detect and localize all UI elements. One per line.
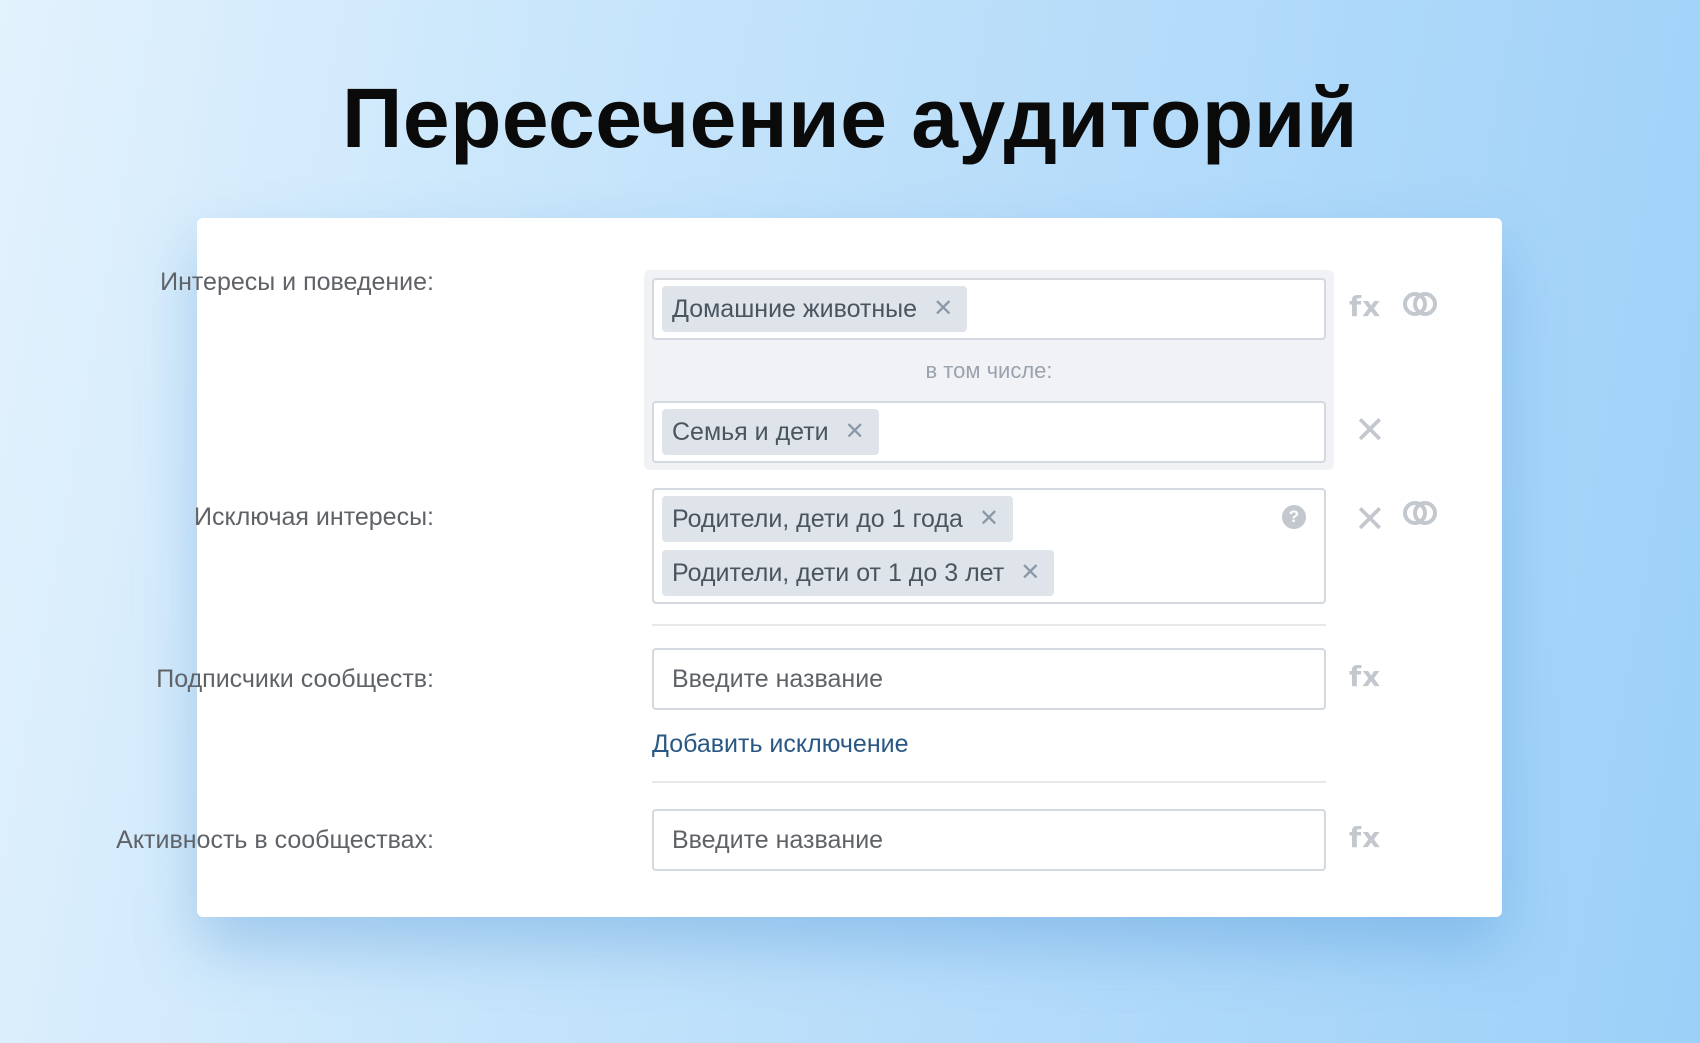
remove-excluding-icon[interactable]: ✕ bbox=[1354, 501, 1386, 539]
close-icon[interactable]: ✕ bbox=[979, 496, 999, 542]
add-exclusion-link[interactable]: Добавить исключение bbox=[652, 730, 909, 759]
interest-chip-label: Домашние животные bbox=[672, 295, 918, 323]
including-chip: Семья и дети ✕ bbox=[662, 409, 879, 455]
targeting-card: Интересы и поведение: Домашние животные … bbox=[116, 218, 1502, 917]
activity-input[interactable] bbox=[654, 811, 1324, 869]
activity-field[interactable] bbox=[652, 809, 1326, 871]
excluding-label: Исключая интересы: bbox=[194, 503, 434, 531]
intersection-icon[interactable] bbox=[1402, 290, 1438, 323]
including-label: в том числе: bbox=[925, 358, 1053, 383]
intersection-icon[interactable] bbox=[1402, 499, 1438, 532]
remove-including-icon[interactable]: ✕ bbox=[1354, 412, 1386, 450]
subscribers-input[interactable] bbox=[654, 650, 1324, 708]
divider bbox=[652, 781, 1326, 783]
excluding-field[interactable]: Родители, дети до 1 года ✕ Родители, дет… bbox=[652, 488, 1326, 604]
fx-icon[interactable]: fx bbox=[1349, 290, 1381, 323]
intersection-icon-svg bbox=[1403, 501, 1437, 525]
intersection-icon-svg bbox=[1403, 292, 1437, 316]
close-icon[interactable]: ✕ bbox=[1020, 550, 1040, 596]
subscribers-field[interactable] bbox=[652, 648, 1326, 710]
divider bbox=[652, 624, 1326, 626]
excluding-chip-label: Родители, дети от 1 до 3 лет bbox=[672, 559, 1005, 587]
fx-icon[interactable]: fx bbox=[1349, 660, 1381, 693]
interests-field[interactable]: Домашние животные ✕ bbox=[652, 278, 1326, 340]
help-icon[interactable]: ? bbox=[1282, 505, 1306, 529]
interests-label: Интересы и поведение: bbox=[160, 268, 434, 296]
close-icon[interactable]: ✕ bbox=[845, 409, 865, 455]
excluding-chip: Родители, дети от 1 до 3 лет ✕ bbox=[662, 550, 1055, 596]
close-icon[interactable]: ✕ bbox=[933, 286, 953, 332]
interest-chip: Домашние животные ✕ bbox=[662, 286, 968, 332]
including-chip-label: Семья и дети bbox=[672, 418, 829, 446]
excluding-chip: Родители, дети до 1 года ✕ bbox=[662, 496, 1014, 542]
including-field[interactable]: Семья и дети ✕ bbox=[652, 401, 1326, 463]
page-title: Пересечение аудиторий bbox=[342, 71, 1358, 165]
subscribers-label: Подписчики сообществ: bbox=[156, 665, 434, 693]
activity-label: Активность в сообществах: bbox=[116, 826, 434, 854]
excluding-chip-label: Родители, дети до 1 года bbox=[672, 505, 963, 533]
fx-icon[interactable]: fx bbox=[1349, 821, 1381, 854]
